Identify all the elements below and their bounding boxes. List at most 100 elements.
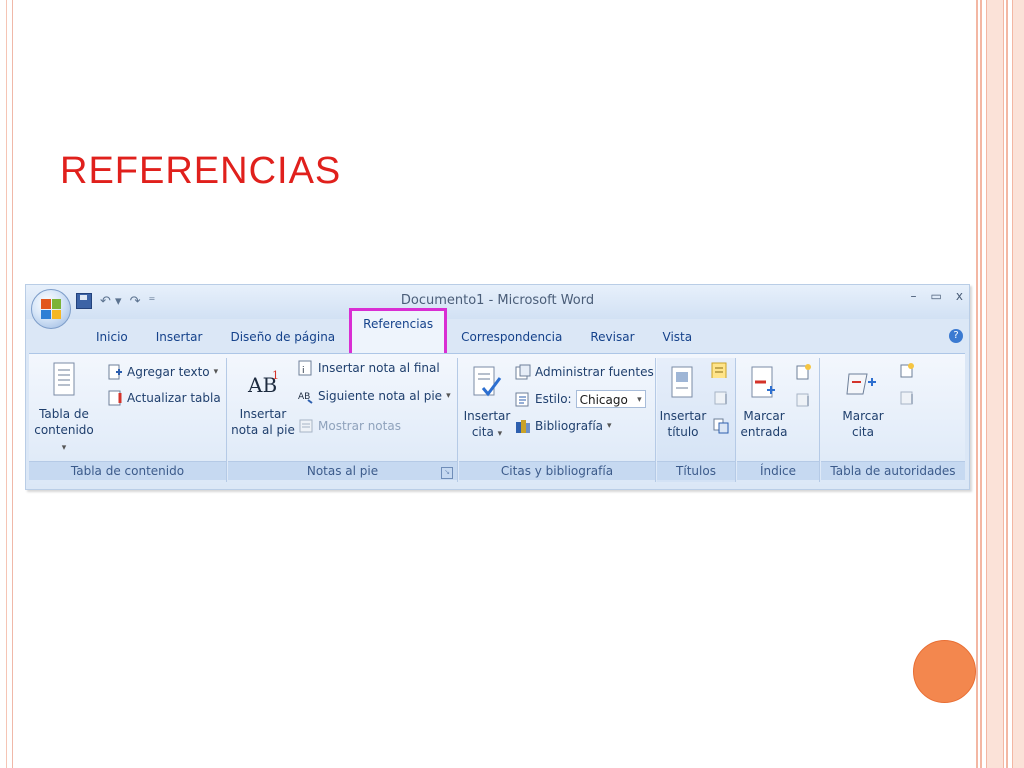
group-autoridades: Marcar cita Tabla de autoridades bbox=[821, 358, 965, 482]
insert-caption-icon bbox=[671, 366, 693, 398]
add-text-icon bbox=[108, 364, 122, 380]
estilo-label: Estilo: bbox=[535, 392, 572, 406]
update-index-icon bbox=[796, 393, 809, 407]
title-bar: Documento1 - Microsoft Word ↶ ▾ ↷ ⁼ – ▭ … bbox=[26, 285, 969, 319]
update-table-icon bbox=[108, 390, 122, 406]
insertar-tabla-autoridades-button[interactable] bbox=[899, 362, 915, 378]
marcar-entrada-line2: entrada bbox=[740, 425, 788, 439]
estilo-control: Estilo: Chicago ▾ bbox=[515, 390, 646, 408]
group-titulos: Insertar título Títulos bbox=[657, 358, 736, 482]
footnote-ab-icon: AB 1 bbox=[247, 369, 279, 397]
office-button[interactable] bbox=[31, 289, 71, 329]
marcar-cita-button[interactable]: Marcar cita bbox=[835, 368, 891, 440]
tab-vista[interactable]: Vista bbox=[649, 325, 707, 349]
chevron-down-icon: ▾ bbox=[61, 443, 67, 453]
insertar-nota-line1: Insertar bbox=[239, 407, 287, 421]
maximize-button[interactable]: ▭ bbox=[931, 289, 942, 303]
ribbon-tabs: Inicio Insertar Diseño de página Referen… bbox=[82, 308, 707, 356]
actualizar-tabla-button[interactable]: Actualizar tabla bbox=[107, 390, 221, 406]
show-notes-icon bbox=[299, 419, 313, 433]
save-icon[interactable] bbox=[76, 293, 92, 309]
chevron-down-icon: ▾ bbox=[497, 429, 503, 439]
window-title: Documento1 - Microsoft Word bbox=[400, 293, 595, 308]
ribbon-panel: Tabla de contenido ▾ Agregar texto ▾ Actu… bbox=[29, 353, 965, 484]
tab-correspondencia[interactable]: Correspondencia bbox=[447, 325, 576, 349]
marcar-cita-line1: Marcar bbox=[842, 409, 884, 423]
redo-icon[interactable]: ↷ bbox=[130, 294, 141, 309]
bibliografia-label: Bibliografía bbox=[535, 419, 604, 433]
next-footnote-icon: AB bbox=[298, 392, 313, 404]
marcar-entrada-button[interactable]: Marcar entrada bbox=[739, 366, 789, 440]
update-figures-icon bbox=[714, 391, 727, 405]
group-label-indice: Índice bbox=[737, 461, 819, 480]
insertar-cita-line1: Insertar bbox=[463, 409, 511, 423]
dialog-launcher-icon[interactable]: ↘ bbox=[441, 467, 453, 479]
insertar-cita-button[interactable]: Insertar cita ▾ bbox=[461, 366, 513, 442]
estilo-value: Chicago bbox=[579, 393, 628, 407]
tab-diseno-pagina[interactable]: Diseño de página bbox=[216, 325, 349, 349]
group-indice: Marcar entrada Índice bbox=[737, 358, 820, 482]
actualizar-tabla-autoridades-button[interactable] bbox=[899, 390, 915, 406]
endnote-icon: i bbox=[298, 360, 312, 376]
tab-inicio[interactable]: Inicio bbox=[82, 325, 142, 349]
insert-citation-icon bbox=[473, 366, 502, 397]
bibliografia-button[interactable]: Bibliografía ▾ bbox=[515, 418, 612, 434]
group-notas-pie: AB 1 Insertar nota al pie i Insertar not… bbox=[228, 358, 458, 482]
slide-title: REFERENCIAS bbox=[60, 150, 342, 192]
undo-icon[interactable]: ↶ ▾ bbox=[100, 294, 122, 309]
tab-insertar[interactable]: Insertar bbox=[142, 325, 217, 349]
mostrar-notas-button[interactable]: Mostrar notas bbox=[298, 418, 401, 434]
insertar-titulo-line2: título bbox=[667, 425, 699, 439]
insertar-titulo-button[interactable]: Insertar título bbox=[659, 366, 707, 440]
close-button[interactable]: x bbox=[956, 289, 963, 303]
group-tabla-contenido: Tabla de contenido ▾ Agregar texto ▾ Actu… bbox=[29, 358, 227, 482]
quick-access-toolbar: ↶ ▾ ↷ ⁼ bbox=[76, 291, 155, 311]
marcar-cita-line2: cita bbox=[852, 425, 874, 439]
insertar-tabla-ilustraciones-button[interactable] bbox=[711, 362, 727, 378]
insert-authorities-icon bbox=[900, 363, 914, 378]
agregar-texto-button[interactable]: Agregar texto ▾ bbox=[107, 364, 218, 380]
actualizar-indice-button[interactable] bbox=[795, 392, 811, 408]
mark-entry-icon bbox=[751, 366, 775, 398]
actualizar-tabla-ilustraciones-button[interactable] bbox=[713, 390, 729, 406]
actualizar-tabla-label: Actualizar tabla bbox=[127, 391, 221, 405]
decorative-circle bbox=[913, 640, 976, 703]
insertar-nota-final-label: Insertar nota al final bbox=[318, 361, 440, 375]
insertar-nota-line2: nota al pie bbox=[231, 423, 295, 437]
siguiente-nota-label: Siguiente nota al pie bbox=[318, 389, 443, 403]
tabla-contenido-line2: contenido bbox=[34, 423, 94, 437]
insertar-indice-button[interactable] bbox=[795, 364, 811, 380]
tab-revisar[interactable]: Revisar bbox=[576, 325, 648, 349]
tabla-contenido-line1: Tabla de bbox=[39, 407, 89, 421]
chevron-down-icon: ▾ bbox=[446, 391, 451, 401]
insertar-cita-line2: cita bbox=[471, 425, 494, 439]
siguiente-nota-button[interactable]: AB Siguiente nota al pie ▾ bbox=[298, 388, 451, 404]
tab-referencias[interactable]: Referencias bbox=[349, 308, 448, 356]
insertar-nota-final-button[interactable]: i Insertar nota al final bbox=[298, 360, 440, 376]
referencia-cruzada-button[interactable] bbox=[713, 418, 729, 434]
table-of-figures-icon bbox=[711, 362, 727, 378]
chevron-down-icon: ▾ bbox=[607, 421, 612, 431]
insertar-titulo-line1: Insertar bbox=[659, 409, 707, 423]
estilo-select[interactable]: Chicago ▾ bbox=[575, 390, 646, 408]
svg-text:1: 1 bbox=[272, 369, 279, 382]
office-logo-icon bbox=[41, 299, 61, 319]
administrar-fuentes-label: Administrar fuentes bbox=[535, 365, 654, 379]
qat-customize-icon[interactable]: ⁼ bbox=[148, 294, 155, 309]
chevron-down-icon: ▾ bbox=[213, 367, 219, 377]
mostrar-notas-label: Mostrar notas bbox=[318, 419, 401, 433]
manage-sources-icon bbox=[515, 364, 531, 380]
help-icon[interactable]: ? bbox=[949, 329, 963, 343]
chevron-down-icon: ▾ bbox=[637, 395, 642, 405]
group-label-tabla-contenido: Tabla de contenido bbox=[29, 461, 226, 480]
minimize-button[interactable]: – bbox=[911, 289, 917, 303]
tabla-contenido-button[interactable]: Tabla de contenido ▾ bbox=[33, 362, 95, 456]
table-of-contents-icon bbox=[53, 362, 75, 396]
administrar-fuentes-button[interactable]: Administrar fuentes bbox=[515, 364, 654, 380]
update-authorities-icon bbox=[900, 391, 913, 405]
group-label-titulos: Títulos bbox=[657, 461, 735, 480]
style-icon bbox=[515, 392, 529, 407]
marcar-entrada-line1: Marcar bbox=[743, 409, 785, 423]
insertar-nota-pie-button[interactable]: AB 1 Insertar nota al pie bbox=[230, 368, 296, 438]
group-label-notas-pie: Notas al pie bbox=[228, 461, 457, 480]
